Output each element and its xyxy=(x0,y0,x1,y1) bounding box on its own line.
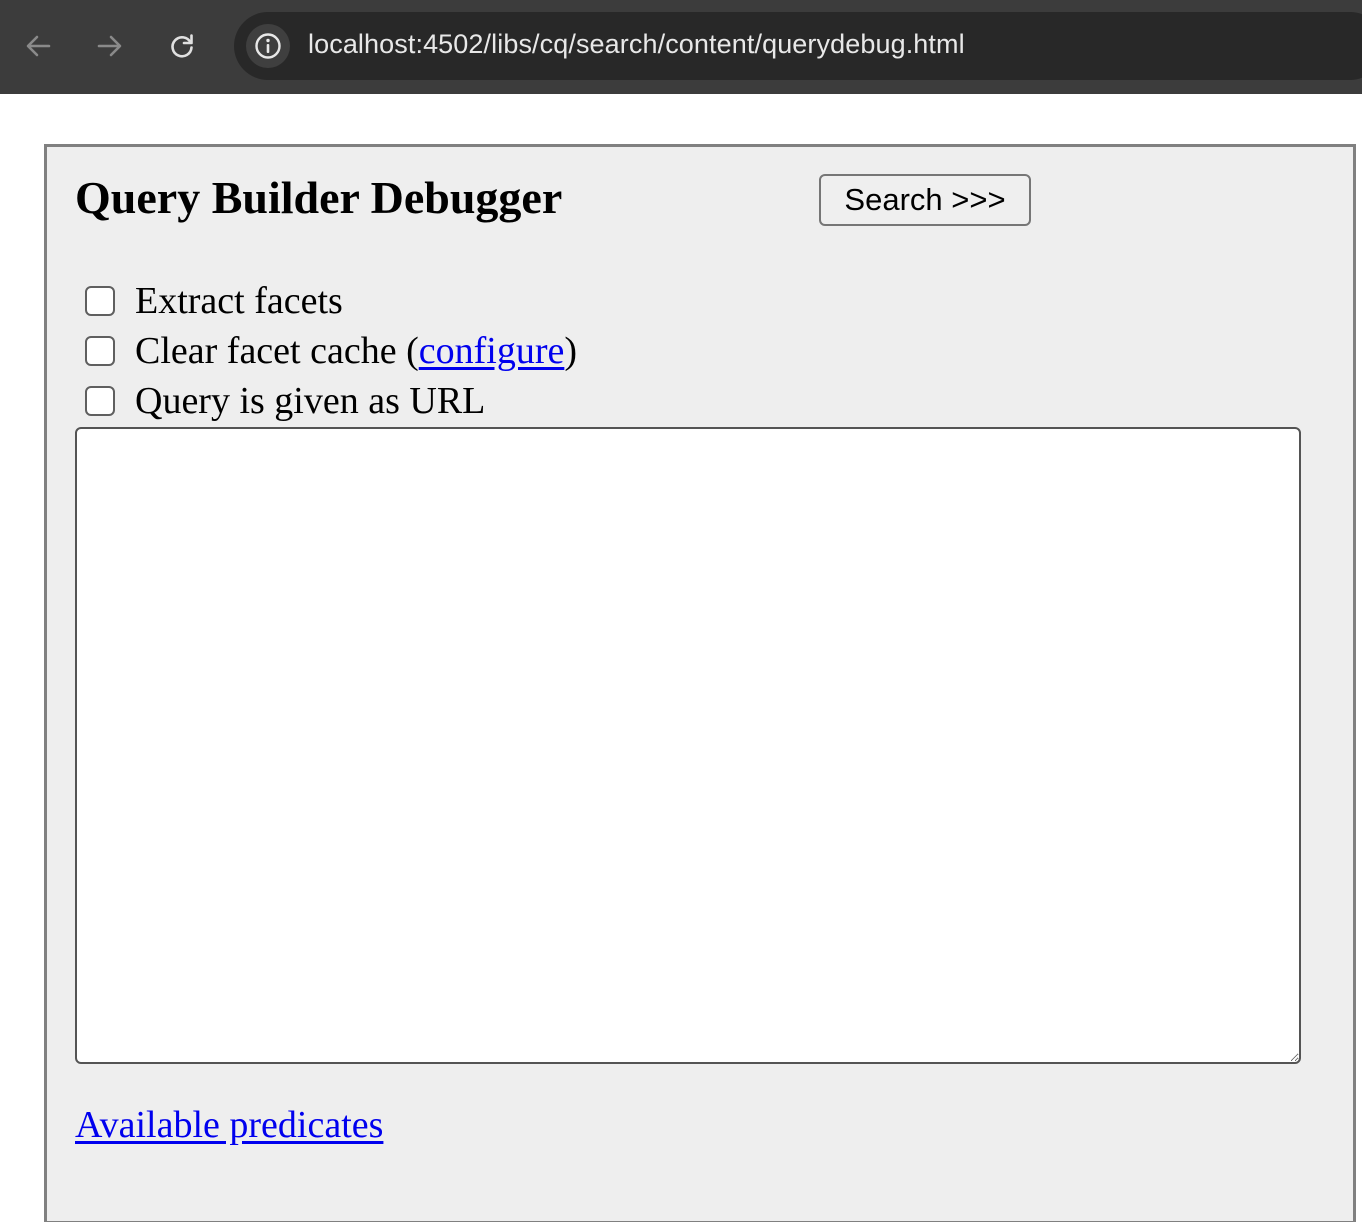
clear-facet-cache-option: Clear facet cache (configure) xyxy=(85,329,577,373)
search-button[interactable]: Search >>> xyxy=(819,174,1031,226)
clear-facet-cache-text[interactable]: Clear facet cache ( xyxy=(135,330,419,372)
clear-facet-cache-label: Clear facet cache (configure) xyxy=(135,329,577,373)
forward-button[interactable] xyxy=(86,22,134,70)
extract-facets-label[interactable]: Extract facets xyxy=(135,279,343,323)
address-bar[interactable]: localhost:4502/libs/cq/search/content/qu… xyxy=(234,12,1362,80)
clear-facet-cache-checkbox[interactable] xyxy=(85,336,115,366)
reload-button[interactable] xyxy=(158,22,206,70)
query-as-url-checkbox[interactable] xyxy=(85,386,115,416)
extract-facets-checkbox[interactable] xyxy=(85,286,115,316)
query-as-url-label[interactable]: Query is given as URL xyxy=(135,379,485,423)
query-as-url-option: Query is given as URL xyxy=(85,379,485,423)
query-debugger-panel: Query Builder Debugger Search >>> Extrac… xyxy=(44,144,1356,1222)
query-textarea[interactable] xyxy=(75,427,1301,1064)
configure-link[interactable]: configure xyxy=(419,330,565,372)
back-button[interactable] xyxy=(14,22,62,70)
arrow-right-icon xyxy=(96,32,124,60)
info-icon[interactable] xyxy=(246,24,290,68)
arrow-left-icon xyxy=(24,32,52,60)
browser-toolbar: localhost:4502/libs/cq/search/content/qu… xyxy=(0,0,1362,94)
page-title: Query Builder Debugger xyxy=(75,172,563,223)
available-predicates-link[interactable]: Available predicates xyxy=(75,1103,383,1147)
clear-facet-cache-text-end: ) xyxy=(564,330,577,372)
extract-facets-option: Extract facets xyxy=(85,279,343,323)
reload-icon xyxy=(168,32,196,60)
url-text[interactable]: localhost:4502/libs/cq/search/content/qu… xyxy=(308,29,965,60)
